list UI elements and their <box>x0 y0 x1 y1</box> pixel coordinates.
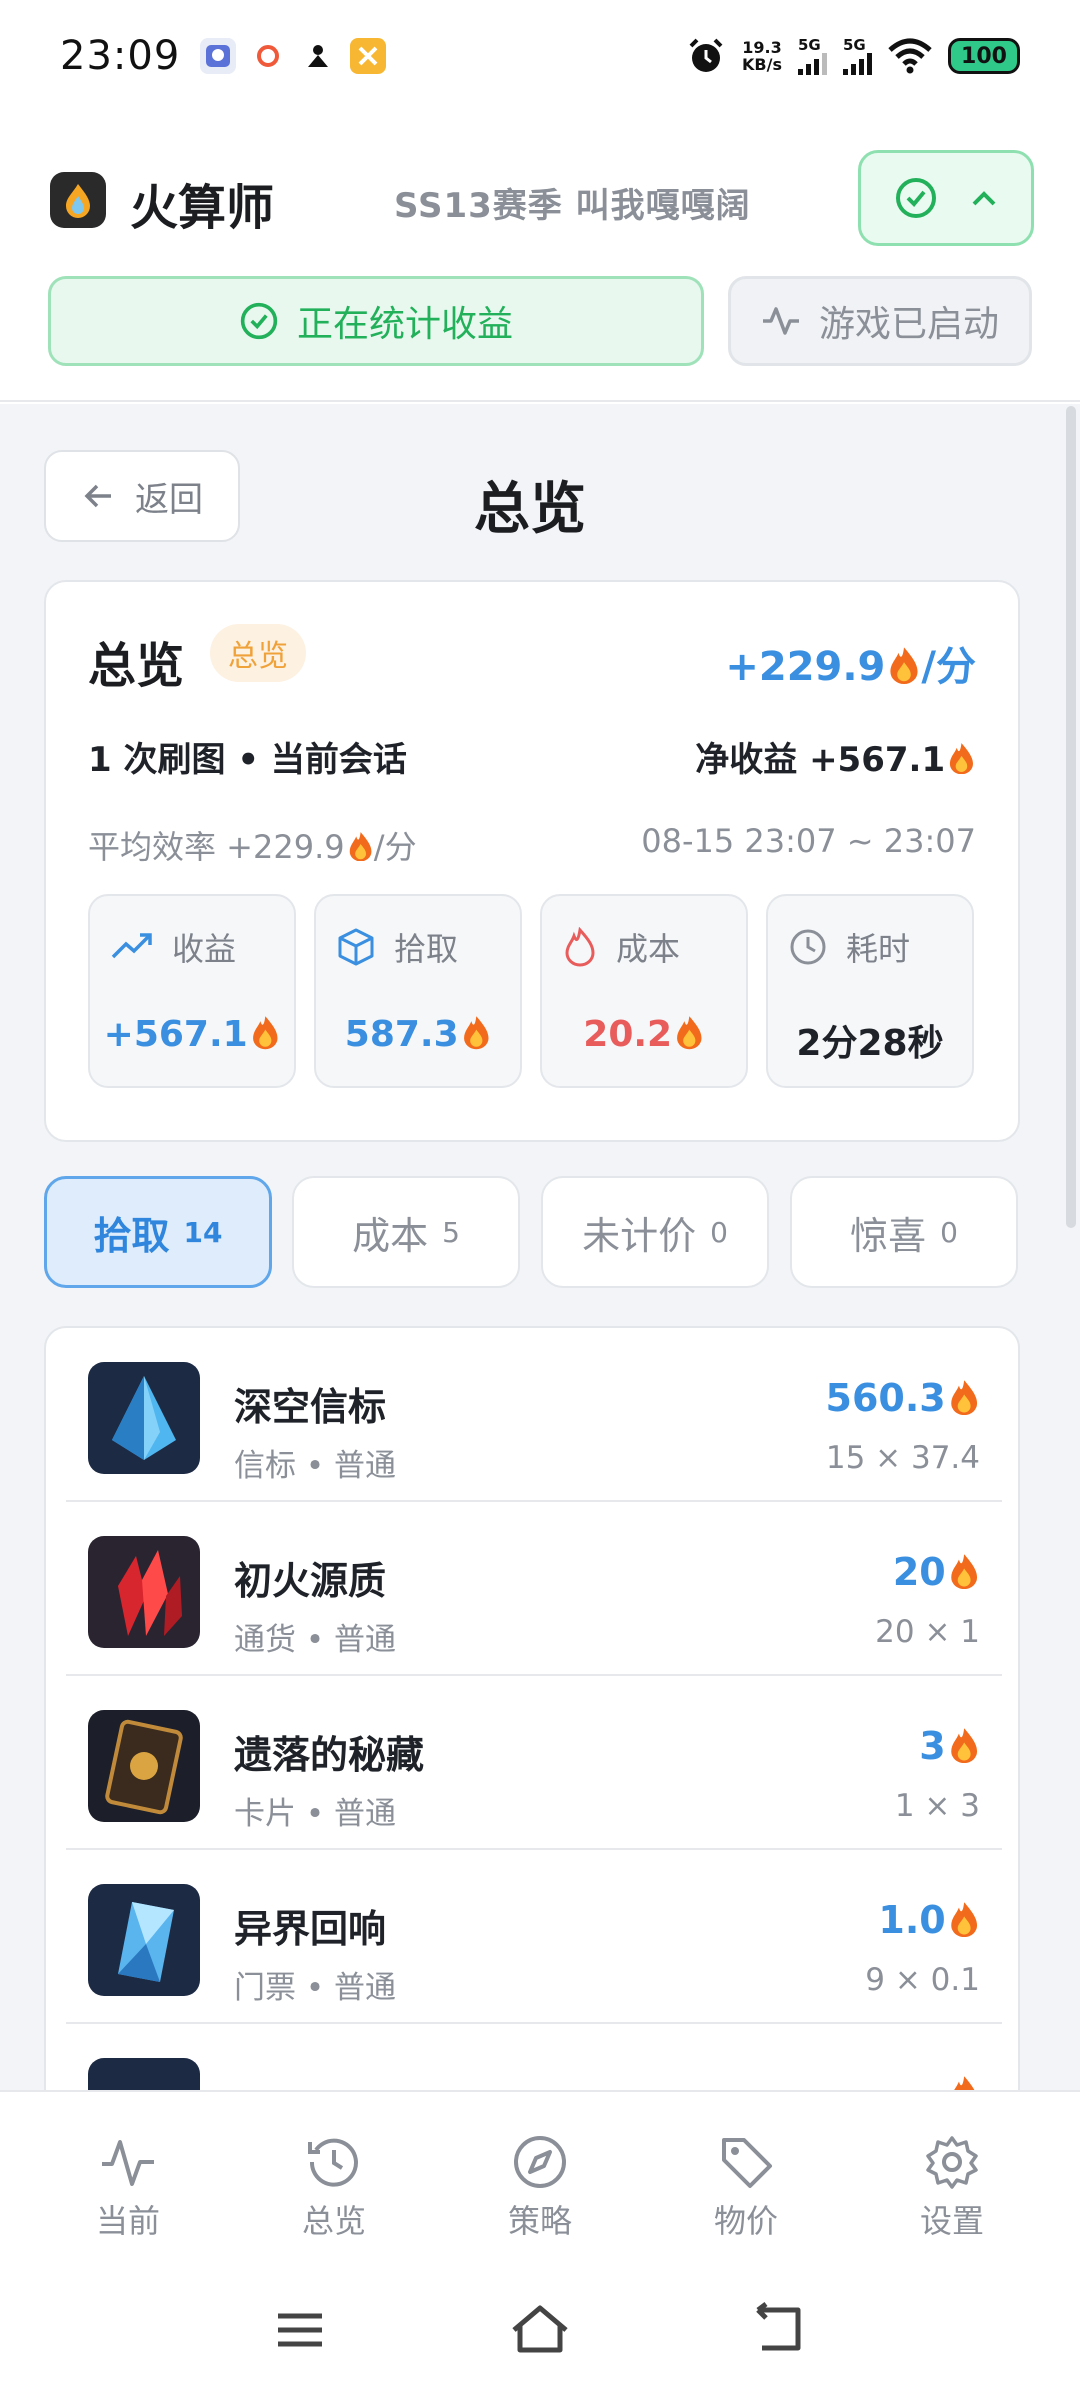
list-item[interactable]: 初火源质 通货 • 普通 20 20 × 1 <box>66 1502 1002 1676</box>
tab-pickup[interactable]: 拾取 14 <box>44 1176 272 1288</box>
game-status-label: 游戏已启动 <box>818 304 999 345</box>
tag-icon <box>722 2138 772 2188</box>
main-content[interactable]: 返回 总览 总览 总览 +229.9/分 1 次刷图 • 当前会话 净收益 +5… <box>0 404 1080 2090</box>
game-status-pill[interactable]: 游戏已启动 <box>728 276 1032 366</box>
app-title: 火算师 <box>130 180 275 236</box>
fire-icon <box>950 1379 977 1415</box>
nav-prices[interactable]: 物价 <box>676 2132 816 2242</box>
summary-title: 总览 <box>88 638 185 694</box>
back-icon[interactable] <box>750 2300 810 2360</box>
scrollbar[interactable] <box>1066 406 1076 1228</box>
list-item[interactable]: 遗落的秘藏 卡片 • 普通 3 1 × 3 <box>66 1676 1002 1850</box>
nav-current[interactable]: 当前 <box>58 2132 198 2242</box>
home-icon[interactable] <box>510 2300 570 2360</box>
fire-icon <box>950 743 974 775</box>
tracking-status-label: 正在统计收益 <box>296 304 513 345</box>
network-speed: 19.3 KB/s <box>742 38 782 74</box>
fire-icon <box>950 1553 977 1589</box>
fire-icon <box>953 2075 975 2090</box>
fire-icon <box>950 1901 977 1937</box>
check-circle-icon <box>240 302 278 340</box>
summary-card: 总览 总览 +229.9/分 1 次刷图 • 当前会话 净收益 +567.1 平… <box>44 580 1020 1142</box>
clock: 23:09 <box>60 33 181 79</box>
status-bar: 23:09 19.3 KB/s 5G 5G 100 <box>0 0 1080 112</box>
status-collapse-button[interactable] <box>858 150 1034 246</box>
tab-surprise[interactable]: 惊喜 0 <box>790 1176 1018 1288</box>
nav-overview[interactable]: 总览 <box>264 2132 404 2242</box>
sim2-signal: 5G <box>843 37 872 75</box>
item-list: 深空信标 信标 • 普通 560.3 15 × 37.4 初火源质 通货 • 普… <box>44 1326 1020 2090</box>
gear-icon <box>926 2136 978 2189</box>
list-item[interactable] <box>66 2024 1002 2090</box>
app-header: 火算师 SS13赛季 叫我嘎嘎阔 正在统计收益 游戏已启动 <box>0 112 1080 402</box>
battery-indicator: 100 <box>948 38 1020 74</box>
tracking-status-pill[interactable]: 正在统计收益 <box>48 276 704 366</box>
fire-icon <box>349 831 372 862</box>
rate-value: +229.9/分 <box>725 644 976 690</box>
wifi-icon <box>888 38 932 74</box>
notification-icons <box>200 38 387 74</box>
tab-unpriced[interactable]: 未计价 0 <box>541 1176 769 1288</box>
clock-icon <box>790 929 826 965</box>
app-logo <box>50 172 106 228</box>
flame-icon <box>565 927 595 967</box>
list-item[interactable]: 深空信标 信标 • 普通 560.3 15 × 37.4 <box>66 1328 1002 1502</box>
nav-strategy[interactable]: 策略 <box>470 2132 610 2242</box>
activity-icon <box>102 2140 154 2186</box>
runs-label: 1 次刷图 • 当前会话 <box>88 740 407 780</box>
item-image <box>88 1884 200 1996</box>
nav-settings[interactable]: 设置 <box>882 2132 1022 2242</box>
chevron-up-icon <box>972 191 996 206</box>
signal-icon <box>843 52 872 75</box>
fire-icon <box>252 1016 278 1050</box>
average-efficiency: 平均效率 +229.9/分 <box>88 828 417 866</box>
check-circle-icon <box>896 178 936 218</box>
page-title: 总览 <box>474 477 586 542</box>
fire-icon <box>890 647 918 684</box>
person-notification-icon <box>300 38 336 74</box>
summary-badge: 总览 <box>210 624 306 682</box>
list-item[interactable]: 异界回响 门票 • 普通 1.0 9 × 0.1 <box>66 1850 1002 2024</box>
fire-icon <box>677 1016 702 1050</box>
net-income: 净收益 +567.1 <box>695 732 976 781</box>
history-icon <box>308 2138 358 2187</box>
system-navigation-bar <box>0 2260 1080 2400</box>
item-image <box>88 1362 200 1474</box>
season-user-label: SS13赛季 叫我嘎嘎阔 <box>394 186 751 226</box>
time-range: 08-15 23:07 ~ 23:07 <box>641 822 976 860</box>
tab-cost[interactable]: 成本 5 <box>292 1176 520 1288</box>
fire-icon <box>463 1016 489 1050</box>
item-image <box>88 1536 200 1648</box>
item-image <box>88 1710 200 1822</box>
fire-icon <box>950 1727 977 1763</box>
item-image <box>88 2058 200 2090</box>
tools-notification-icon <box>350 38 387 74</box>
stat-cost: 成本 20.2 <box>540 894 748 1088</box>
ring-notification-icon <box>250 38 286 74</box>
app-notification-icon <box>200 38 237 74</box>
signal-icon <box>798 52 827 75</box>
box-icon <box>338 928 374 966</box>
trending-up-icon <box>111 933 152 959</box>
stat-duration: 耗时 2分28秒 <box>766 894 974 1088</box>
activity-icon <box>762 307 799 335</box>
compass-icon <box>514 2136 566 2188</box>
alarm-icon <box>689 38 723 72</box>
stat-pickup: 拾取 587.3 <box>314 894 522 1088</box>
stat-income: 收益 +567.1 <box>88 894 296 1088</box>
sim1-signal: 5G <box>798 37 827 75</box>
bottom-navigation: 当前 总览 策略 物价 设置 <box>0 2090 1080 2260</box>
menu-icon[interactable] <box>270 2300 330 2360</box>
